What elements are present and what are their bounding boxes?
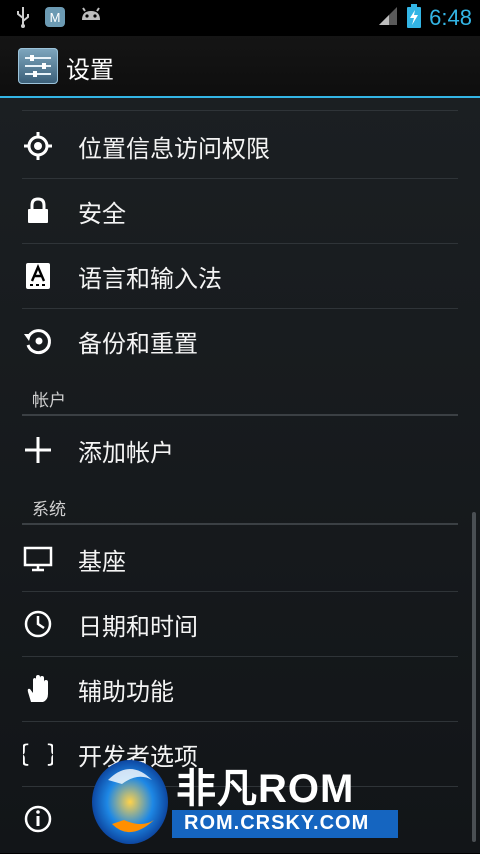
hand-icon — [22, 673, 54, 705]
section-header-accounts: 帐户 — [32, 391, 66, 411]
dock-icon — [22, 543, 54, 575]
info-icon — [22, 803, 54, 835]
braces-icon: { } — [22, 738, 54, 770]
battery-charging-icon — [407, 4, 422, 32]
settings-item-label: 辅助功能 — [78, 677, 174, 706]
settings-item-backup-reset[interactable]: 备份和重置 — [22, 309, 460, 373]
backup-icon — [22, 325, 54, 357]
settings-list[interactable]: 位置信息访问权限 安全 语言和输入法 备份和重置 帐户 添加帐户 系统 基座 日… — [0, 98, 480, 853]
settings-item-security[interactable]: 安全 — [22, 179, 460, 243]
settings-item-dock[interactable]: 基座 — [22, 527, 460, 591]
app-notification-icon: M — [44, 6, 66, 32]
plus-icon — [22, 434, 54, 466]
section-divider — [22, 523, 458, 525]
lock-icon — [22, 195, 54, 227]
section-header-system: 系统 — [32, 500, 66, 520]
settings-item-label: 备份和重置 — [78, 329, 198, 358]
settings-item-label: 基座 — [78, 547, 126, 576]
location-icon — [22, 130, 54, 162]
usb-icon — [14, 6, 32, 32]
settings-item-label: 日期和时间 — [78, 612, 198, 641]
settings-item-label: 安全 — [78, 199, 126, 228]
clock-time: 6:48 — [429, 5, 472, 30]
keyboard-icon — [22, 260, 54, 292]
settings-item-label: 语言和输入法 — [78, 264, 222, 293]
settings-item-location[interactable]: 位置信息访问权限 — [22, 114, 460, 178]
settings-item-date-time[interactable]: 日期和时间 — [22, 592, 460, 656]
android-debug-icon — [78, 6, 104, 32]
settings-item-label: 添加帐户 — [78, 438, 174, 467]
section-divider — [22, 414, 458, 416]
svg-text:M: M — [50, 10, 61, 25]
signal-icon — [377, 5, 399, 31]
clock-icon — [22, 608, 54, 640]
action-bar: 设置 — [0, 36, 480, 98]
watermark-brand: 非凡ROM — [176, 767, 355, 811]
svg-text:{ }: { } — [23, 740, 53, 768]
settings-item-language[interactable]: 语言和输入法 — [22, 244, 460, 308]
scrollbar[interactable] — [472, 512, 476, 842]
status-bar: M 6:48 — [0, 0, 480, 36]
settings-app-icon[interactable] — [18, 48, 58, 84]
watermark-logo: 非凡ROM ROM.CRSKY.COM — [88, 750, 408, 850]
add-account-button[interactable]: 添加帐户 — [22, 418, 460, 482]
watermark-url: ROM.CRSKY.COM — [184, 812, 370, 834]
settings-item-label: 位置信息访问权限 — [78, 134, 270, 163]
list-divider — [22, 110, 458, 111]
settings-item-accessibility[interactable]: 辅助功能 — [22, 657, 460, 721]
page-title: 设置 — [66, 56, 114, 84]
